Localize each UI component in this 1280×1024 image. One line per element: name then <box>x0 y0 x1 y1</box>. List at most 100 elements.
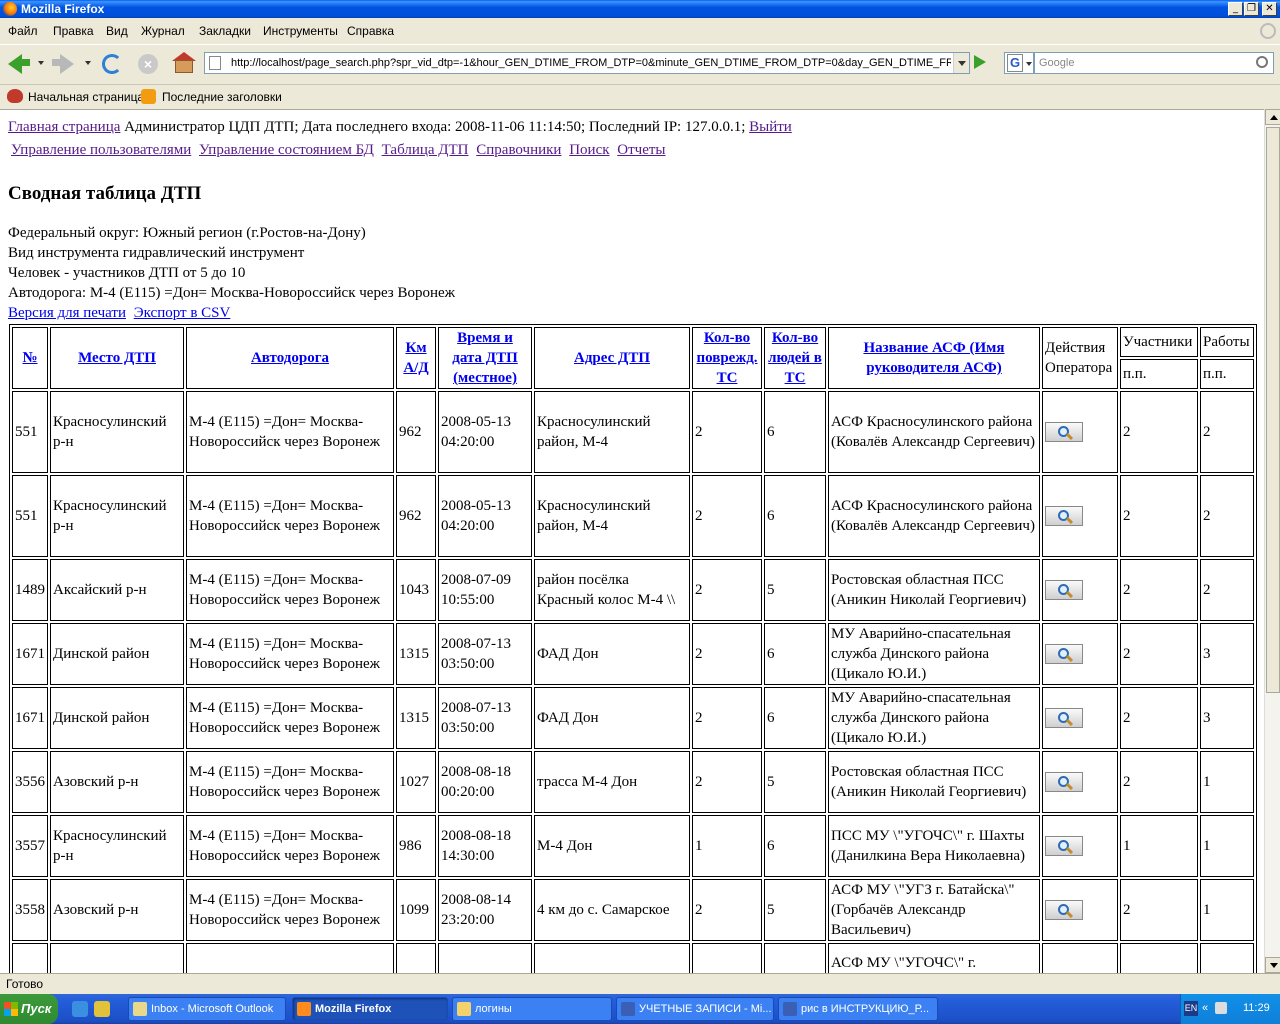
page-icon <box>209 56 221 70</box>
menu-help[interactable]: Справка <box>347 24 394 38</box>
chevron-up-icon <box>1270 115 1278 120</box>
sort-place-link[interactable]: Место ДТП <box>78 350 156 366</box>
internet-explorer-icon[interactable] <box>72 1001 88 1017</box>
logout-link[interactable]: Выйти <box>749 119 792 135</box>
sort-num-link[interactable]: № <box>22 350 37 366</box>
url-text[interactable]: http://localhost/page_search.php?spr_vid… <box>231 57 951 69</box>
search-icon[interactable] <box>1256 56 1268 68</box>
col-header-time: Время и дата ДТП (местное) <box>438 327 532 389</box>
sort-address-link[interactable]: Адрес ДТП <box>574 350 650 366</box>
filter-district: Федеральный округ: Южный регион (г.Росто… <box>8 225 366 241</box>
cell-place <box>50 943 184 973</box>
sort-people-link[interactable]: Кол-во людей в ТС <box>768 330 822 386</box>
back-history-dropdown[interactable] <box>38 61 44 65</box>
cell-asf: ПСС МУ \"УГОЧС\" г. Шахты (Данилкина Вер… <box>828 815 1040 877</box>
task-firefox[interactable]: Mozilla Firefox <box>292 997 448 1021</box>
view-record-button[interactable] <box>1045 772 1083 793</box>
view-record-button[interactable] <box>1045 836 1083 857</box>
task-logins-folder[interactable]: логины <box>452 997 612 1021</box>
reload-button[interactable] <box>100 52 124 76</box>
task-accounts-doc[interactable]: УЧЕТНЫЕ ЗАПИСИ - Mi... <box>616 997 774 1021</box>
scrollbar-thumb[interactable] <box>1266 127 1280 693</box>
task-instruction-label: рис в ИНСТРУКЦИЮ_Р... <box>801 1003 930 1015</box>
sort-asf-link[interactable]: Название АСФ (Имя руководителя АСФ) <box>863 340 1004 376</box>
nav-search[interactable]: Поиск <box>569 142 609 158</box>
menu-bookmarks[interactable]: Закладки <box>199 24 251 38</box>
home-button[interactable] <box>172 52 196 76</box>
stop-icon: × <box>138 54 158 74</box>
minimize-button[interactable]: _ <box>1228 2 1243 16</box>
cell-participants: 2 <box>1120 391 1198 473</box>
bookmark-latest-headlines[interactable]: Последние заголовки <box>162 90 282 104</box>
scroll-down-button[interactable] <box>1265 957 1280 973</box>
nav-dtp-table[interactable]: Таблица ДТП <box>382 142 469 158</box>
cell-damaged: 2 <box>692 751 762 813</box>
nav-db-state[interactable]: Управление состоянием БД <box>199 142 374 158</box>
stop-button[interactable]: × <box>136 52 160 76</box>
language-indicator[interactable]: EN <box>1184 1001 1198 1016</box>
cell-address: 4 км до с. Самарское <box>534 879 690 941</box>
show-hidden-icons-button[interactable]: « <box>1202 1002 1208 1014</box>
system-tray: EN « 11:29 <box>1180 994 1280 1024</box>
cell-address: Красносулинский район, М-4 <box>534 391 690 473</box>
maximize-button[interactable]: ❐ <box>1244 2 1259 16</box>
home-link[interactable]: Главная страница <box>8 119 120 135</box>
menu-view[interactable]: Вид <box>106 24 128 38</box>
cell-address: Красносулинский район, М-4 <box>534 475 690 557</box>
cell-people: 5 <box>764 559 826 621</box>
cell-people: 6 <box>764 623 826 685</box>
taskbar: Пуск Inbox - Microsoft Outlook Mozilla F… <box>0 994 1280 1024</box>
col-header-works-pp: п.п. <box>1200 359 1254 389</box>
go-button[interactable] <box>974 55 986 69</box>
sort-road-link[interactable]: Автодорога <box>251 350 329 366</box>
outlook-icon <box>133 1002 147 1016</box>
cell-km <box>396 943 436 973</box>
sort-km-link[interactable]: Км А/Д <box>403 340 428 376</box>
view-record-button[interactable] <box>1045 900 1083 921</box>
print-version-link[interactable]: Версия для печати <box>8 305 126 321</box>
network-icon[interactable] <box>1215 1002 1227 1014</box>
search-input[interactable]: Google <box>1034 52 1274 74</box>
cell-km: 1315 <box>396 623 436 685</box>
search-engine-selector[interactable]: G <box>1004 52 1034 74</box>
sort-damaged-link[interactable]: Кол-во поврежд. ТС <box>696 330 757 386</box>
windows-flag-icon <box>4 1002 18 1016</box>
task-instruction-doc[interactable]: рис в ИНСТРУКЦИЮ_Р... <box>778 997 938 1021</box>
menu-file[interactable]: Файл <box>8 24 38 38</box>
start-button[interactable]: Пуск <box>0 994 58 1024</box>
nav-directories[interactable]: Справочники <box>476 142 561 158</box>
cell-place: Азовский р-н <box>50 751 184 813</box>
cell-address: ФАД Дон <box>534 623 690 685</box>
home-icon-body <box>175 60 193 73</box>
forward-button[interactable] <box>52 52 76 76</box>
close-button[interactable]: ✕ <box>1262 2 1277 16</box>
cell-people: 6 <box>764 391 826 473</box>
page-content: Главная страница Администратор ЦДП ДТП; … <box>0 109 1264 973</box>
nav-users[interactable]: Управление пользователями <box>11 142 191 158</box>
view-record-button[interactable] <box>1045 580 1083 601</box>
title-bar[interactable]: Mozilla Firefox _ ❐ ✕ <box>0 0 1280 18</box>
view-record-button[interactable] <box>1045 506 1083 527</box>
dtp-table: № Место ДТП Автодорога Км А/Д Время и да… <box>9 324 1257 973</box>
forward-history-dropdown[interactable] <box>85 61 91 65</box>
menu-tools[interactable]: Инструменты <box>263 24 338 38</box>
cell-people: 6 <box>764 687 826 749</box>
url-dropdown-button[interactable] <box>953 53 969 73</box>
address-bar[interactable]: http://localhost/page_search.php?spr_vid… <box>204 52 970 74</box>
bookmark-homepage[interactable]: Начальная страница <box>28 90 144 104</box>
export-csv-link[interactable]: Экспорт в CSV <box>134 305 231 321</box>
back-button[interactable] <box>6 52 30 76</box>
menu-history[interactable]: Журнал <box>141 24 185 38</box>
view-record-button[interactable] <box>1045 422 1083 443</box>
view-record-button[interactable] <box>1045 644 1083 665</box>
vertical-scrollbar[interactable] <box>1264 109 1280 973</box>
back-arrow-tail <box>20 59 30 66</box>
sort-time-link[interactable]: Время и дата ДТП (местное) <box>452 330 518 386</box>
outlook-quicklaunch-icon[interactable] <box>94 1001 110 1017</box>
task-outlook[interactable]: Inbox - Microsoft Outlook <box>128 997 286 1021</box>
menu-edit[interactable]: Правка <box>53 24 94 38</box>
view-record-button[interactable] <box>1045 708 1083 729</box>
nav-reports[interactable]: Отчеты <box>617 142 665 158</box>
cell-place: Аксайский р-н <box>50 559 184 621</box>
scroll-up-button[interactable] <box>1265 109 1280 125</box>
